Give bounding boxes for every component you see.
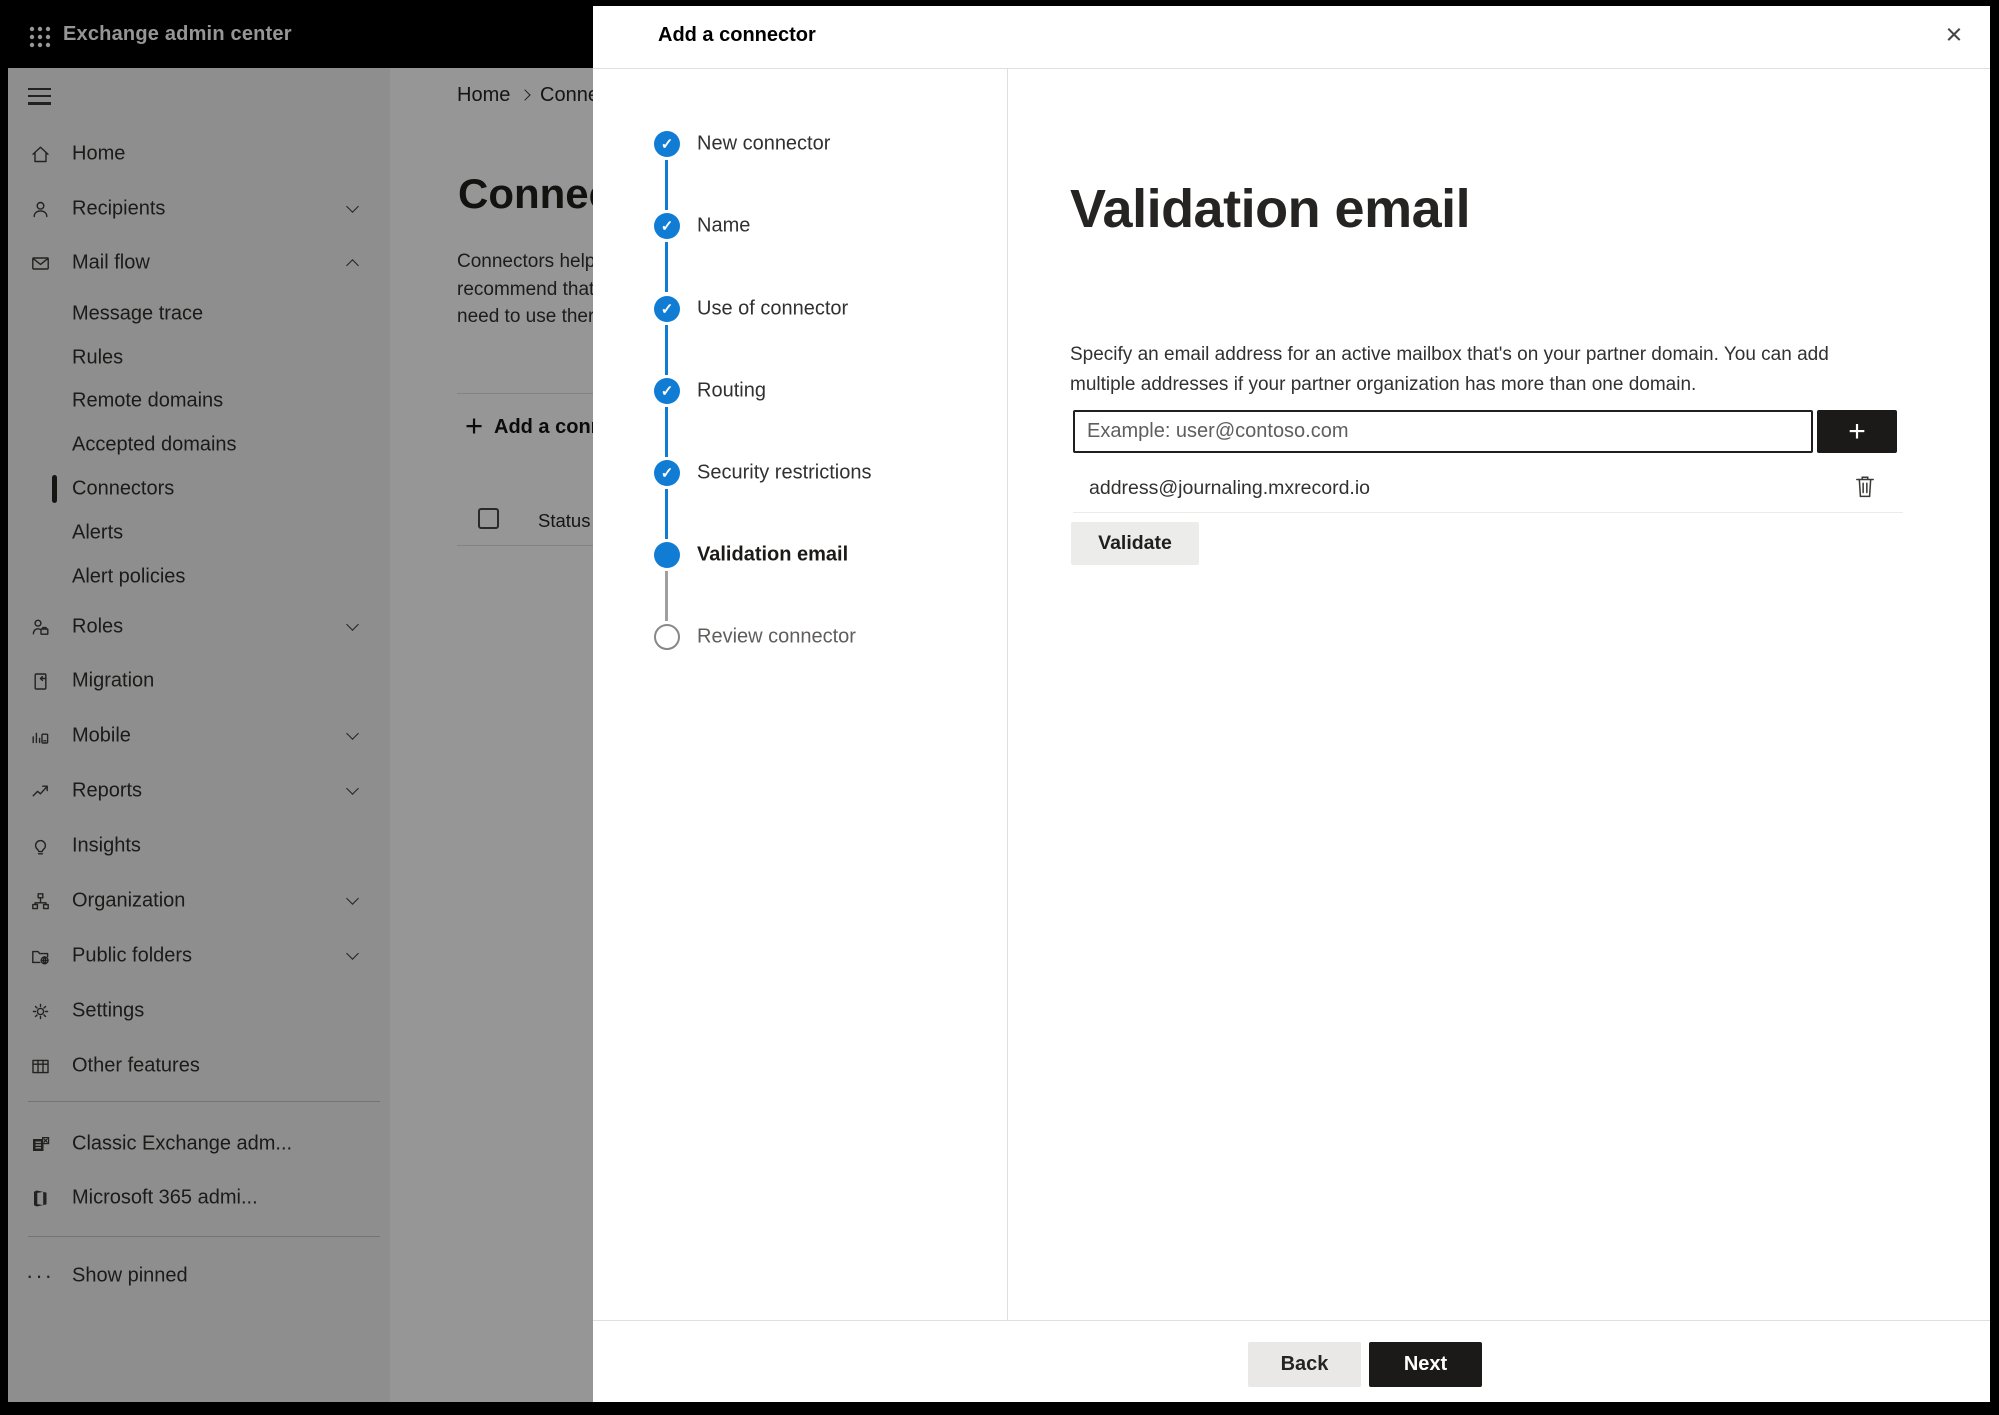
step-complete-icon: ✓ <box>654 378 680 404</box>
step-upcoming-icon <box>654 624 680 650</box>
next-button[interactable]: Next <box>1369 1342 1482 1387</box>
delete-address-button[interactable] <box>1847 468 1883 504</box>
step-complete-icon: ✓ <box>654 460 680 486</box>
step-connector-line <box>665 325 668 375</box>
add-connector-panel: Add a connector × ✓ New connector ✓ Name… <box>593 6 1990 1402</box>
dialog-footer-divider <box>593 1320 1990 1321</box>
plus-icon: + <box>1848 414 1866 448</box>
address-row-divider <box>1073 512 1903 513</box>
step-connector-line <box>665 160 668 210</box>
close-icon: × <box>1945 19 1963 51</box>
step-connector-line <box>665 407 668 457</box>
step-complete-icon: ✓ <box>654 131 680 157</box>
step-connector-line <box>665 242 668 292</box>
validate-button[interactable]: Validate <box>1071 522 1199 565</box>
step-complete-icon: ✓ <box>654 213 680 239</box>
content-heading: Validation email <box>1070 179 1471 239</box>
trash-icon <box>1856 476 1874 498</box>
close-button[interactable]: × <box>1931 12 1977 58</box>
add-email-button[interactable]: + <box>1817 410 1897 453</box>
content-description: Specify an email address for an active m… <box>1070 344 1829 395</box>
validation-address: address@journaling.mxrecord.io <box>1089 477 1371 499</box>
dialog-title: Add a connector <box>658 24 816 46</box>
step-current-icon <box>654 542 680 568</box>
step-connector-line <box>665 489 668 539</box>
back-button[interactable]: Back <box>1248 1342 1361 1387</box>
email-address-input[interactable] <box>1073 410 1813 453</box>
screenshot-frame: Exchange admin center Home Recipients Ma… <box>0 0 1999 1415</box>
steps-content-divider <box>1007 69 1008 1320</box>
dialog-header-divider <box>593 68 1990 69</box>
step-complete-icon: ✓ <box>654 296 680 322</box>
step-connector-line <box>665 571 668 621</box>
